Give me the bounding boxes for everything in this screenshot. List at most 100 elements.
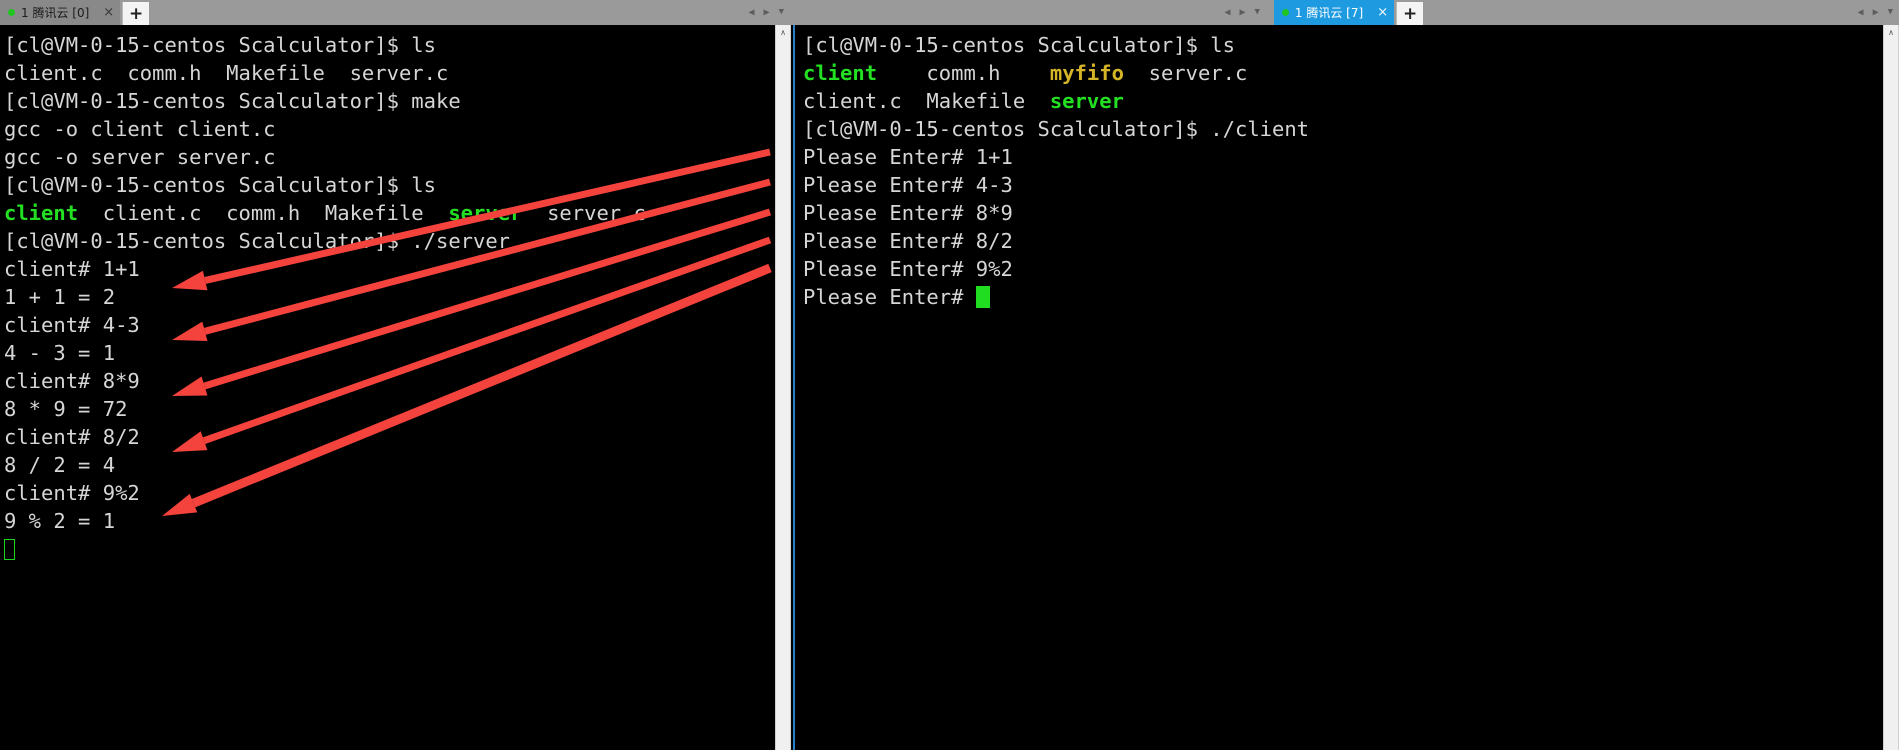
- terminal-line: Please Enter#: [803, 283, 1899, 311]
- executable-filename: client: [4, 201, 79, 225]
- tab-prev-icon-far[interactable]: ◀: [1858, 7, 1864, 18]
- scroll-up-icon-right[interactable]: ∧: [1884, 25, 1898, 40]
- terminal-text: client# 9%2: [4, 481, 140, 505]
- terminal-app-window: 1 腾讯云 [0] × + ◀ ▶ ▼ ◀ ▶ ▼ 1 腾讯云 [7] × + …: [0, 0, 1899, 750]
- terminal-text: Please Enter# 8*9: [803, 201, 1013, 225]
- terminal-text: Please Enter# 9%2: [803, 257, 1013, 281]
- left-tab-bar: 1 腾讯云 [0] × + ◀ ▶ ▼: [0, 0, 790, 25]
- terminal-line: [cl@VM-0-15-centos Scalculator]$ ls: [4, 171, 775, 199]
- tab-left-0[interactable]: 1 腾讯云 [0] ×: [0, 0, 121, 25]
- terminal-cursor: [975, 286, 990, 308]
- terminal-line: 1 + 1 = 2: [4, 283, 775, 311]
- terminal-text: server.c: [522, 201, 646, 225]
- terminal-text: [cl@VM-0-15-centos Scalculator]$ ls: [4, 33, 436, 57]
- left-terminal-pane[interactable]: [cl@VM-0-15-centos Scalculator]$ ls clien…: [0, 25, 775, 750]
- terminal-line: [4, 535, 775, 563]
- terminal-line: 9 % 2 = 1: [4, 507, 775, 535]
- terminal-text: [cl@VM-0-15-centos Scalculator]$ make: [4, 89, 461, 113]
- executable-filename: client: [803, 61, 878, 85]
- tab-list-chevron-down-icon[interactable]: ▼: [779, 8, 784, 17]
- terminal-line: client# 8/2: [4, 423, 775, 451]
- terminal-line: client# 9%2: [4, 479, 775, 507]
- tab-prev-icon-right[interactable]: ◀: [1224, 7, 1230, 18]
- left-terminal-output: [cl@VM-0-15-centos Scalculator]$ ls clien…: [0, 25, 775, 563]
- terminal-line: client# 1+1: [4, 255, 775, 283]
- terminal-text: [cl@VM-0-15-centos Scalculator]$ ./serve…: [4, 229, 511, 253]
- terminal-text: client.c comm.h Makefile: [78, 201, 449, 225]
- terminal-text: server.c: [1123, 61, 1248, 85]
- scroll-up-icon[interactable]: ∧: [776, 25, 790, 40]
- tab-right-0-label: 1 腾讯云 [7]: [1294, 6, 1364, 20]
- terminal-text: Please Enter#: [803, 285, 976, 309]
- terminal-line: [cl@VM-0-15-centos Scalculator]$ make: [4, 87, 775, 115]
- terminal-text: client# 8*9: [4, 369, 140, 393]
- left-tab-nav-group: ◀ ▶ ▼: [740, 0, 790, 25]
- terminal-line: [cl@VM-0-15-centos Scalculator]$ ls: [803, 31, 1899, 59]
- terminal-line: client.c comm.h Makefile server.c: [4, 59, 775, 87]
- terminal-line: client client.c comm.h Makefile server s…: [4, 199, 775, 227]
- terminal-text: 4 - 3 = 1: [4, 341, 116, 365]
- terminal-text: comm.h: [877, 61, 1050, 85]
- terminal-line: Please Enter# 9%2: [803, 255, 1899, 283]
- tab-close-icon-right[interactable]: ×: [1377, 6, 1388, 19]
- fifo-filename: myfifo: [1049, 61, 1124, 85]
- terminal-text: [cl@VM-0-15-centos Scalculator]$ ./clien…: [803, 117, 1310, 141]
- terminal-text: client# 8/2: [4, 425, 140, 449]
- terminal-line: [cl@VM-0-15-centos Scalculator]$ ./serve…: [4, 227, 775, 255]
- tab-next-icon-far[interactable]: ▶: [1873, 7, 1879, 18]
- tab-close-icon[interactable]: ×: [103, 6, 114, 19]
- terminal-line: gcc -o client client.c: [4, 115, 775, 143]
- terminal-line: client comm.h myfifo server.c: [803, 59, 1899, 87]
- executable-filename: server: [1049, 89, 1124, 113]
- tab-left-0-label: 1 腾讯云 [0]: [21, 6, 90, 20]
- terminal-line: 8 * 9 = 72: [4, 395, 775, 423]
- terminal-text: Please Enter# 8/2: [803, 229, 1013, 253]
- new-tab-button[interactable]: +: [122, 2, 150, 25]
- right-terminal-output: [cl@VM-0-15-centos Scalculator]$ ls clien…: [795, 25, 1899, 311]
- tab-status-dot-icon-right: [1281, 9, 1289, 16]
- terminal-text: gcc -o client client.c: [4, 117, 276, 141]
- right-scrollbar[interactable]: ∧: [1883, 25, 1899, 750]
- new-tab-button-right[interactable]: +: [1396, 2, 1424, 25]
- terminal-text: 9 % 2 = 1: [4, 509, 116, 533]
- tab-status-dot-icon: [8, 9, 15, 16]
- terminal-line: gcc -o server server.c: [4, 143, 775, 171]
- terminal-text: client.c Makefile: [803, 89, 1050, 113]
- terminal-line: Please Enter# 8*9: [803, 199, 1899, 227]
- terminal-text: gcc -o server server.c: [4, 145, 276, 169]
- terminal-text: Please Enter# 4-3: [803, 173, 1013, 197]
- terminal-line: 4 - 3 = 1: [4, 339, 775, 367]
- right-tab-bar: ◀ ▶ ▼ 1 腾讯云 [7] × + ◀ ▶ ▼: [790, 0, 1899, 25]
- terminal-line: client# 8*9: [4, 367, 775, 395]
- terminal-line: [cl@VM-0-15-centos Scalculator]$ ls: [4, 31, 775, 59]
- terminal-text: 8 * 9 = 72: [4, 397, 128, 421]
- executable-filename: server: [448, 201, 523, 225]
- tab-next-icon-right[interactable]: ▶: [1239, 7, 1245, 18]
- terminal-cursor: [4, 539, 15, 560]
- terminal-line: [cl@VM-0-15-centos Scalculator]$ ./clien…: [803, 115, 1899, 143]
- terminal-line: Please Enter# 8/2: [803, 227, 1899, 255]
- terminal-text: 8 / 2 = 4: [4, 453, 116, 477]
- terminal-text: [cl@VM-0-15-centos Scalculator]$ ls: [803, 33, 1235, 57]
- right-tab-nav-group: ◀ ▶ ▼: [1849, 0, 1899, 25]
- tab-right-0[interactable]: 1 腾讯云 [7] ×: [1273, 0, 1395, 25]
- tab-list-chevron-down-icon-right[interactable]: ▼: [1255, 8, 1260, 17]
- terminal-text: Please Enter# 1+1: [803, 145, 1013, 169]
- terminal-text: client# 4-3: [4, 313, 140, 337]
- tab-list-chevron-down-icon-far[interactable]: ▼: [1888, 8, 1893, 17]
- right-tab-nav-group-left: ◀ ▶ ▼: [1215, 0, 1265, 25]
- left-scrollbar[interactable]: ∧: [775, 25, 791, 750]
- tab-prev-icon[interactable]: ◀: [749, 7, 755, 18]
- tab-next-icon[interactable]: ▶: [764, 7, 770, 18]
- right-scrollbar-thumb[interactable]: [1885, 41, 1897, 161]
- terminal-text: client# 1+1: [4, 257, 140, 281]
- terminal-line: client# 4-3: [4, 311, 775, 339]
- terminal-text: client.c comm.h Makefile server.c: [4, 61, 449, 85]
- terminal-text: 1 + 1 = 2: [4, 285, 116, 309]
- terminal-line: Please Enter# 4-3: [803, 171, 1899, 199]
- terminal-line: 8 / 2 = 4: [4, 451, 775, 479]
- left-scrollbar-thumb[interactable]: [777, 41, 789, 161]
- right-terminal-pane[interactable]: [cl@VM-0-15-centos Scalculator]$ ls clien…: [793, 25, 1899, 750]
- terminal-line: Please Enter# 1+1: [803, 143, 1899, 171]
- terminal-line: client.c Makefile server: [803, 87, 1899, 115]
